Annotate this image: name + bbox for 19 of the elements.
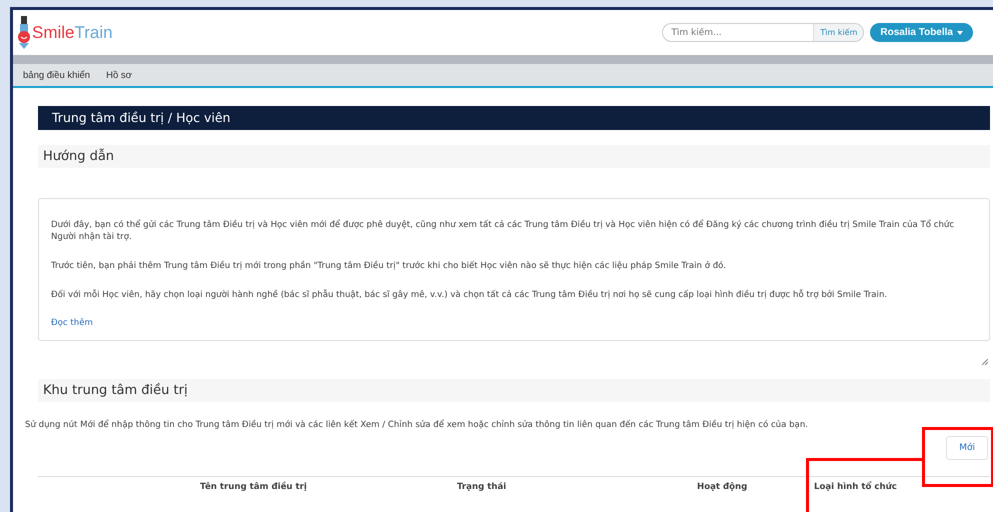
read-more-link[interactable]: Đọc thêm	[51, 318, 977, 328]
instruction-paragraph: Trước tiên, bạn phải thêm Trung tâm Điều trị mới trong phần "Trung tâm Điều trị" trước khi cho biết Học viên nào sẽ thực hiện các liệu pháp Smile Train ở đó.	[51, 260, 728, 272]
logo-icon	[17, 16, 31, 50]
caret-icon	[957, 30, 963, 34]
nav-link[interactable]: Hồ sơ	[106, 70, 132, 80]
section-heading: Khu trung tâm điều trị	[38, 379, 990, 402]
new-button[interactable]: Mới	[946, 436, 988, 460]
column-header[interactable]: Tên trung tâm điều trị	[200, 482, 307, 492]
resize-handle-icon[interactable]	[982, 359, 988, 365]
section-description: Sử dụng nút Mới để nhập thông tin cho Trung tâm Điều trị mới và các liên kết Xem / Chỉnh sửa để xem hoặc chỉnh sửa thông tin liên quan đến các Trung tâm Điều trị hiện có của bạn.	[25, 420, 810, 430]
section-heading: Hướng dẫn	[38, 145, 990, 168]
column-header[interactable]: Loại hình tổ chức	[814, 482, 897, 492]
instruction-paragraph: Đối với mỗi Học viên, hãy chọn loại người hành nghề (bác sĩ phẫu thuật, bác sĩ gây mê, v.v.) và chọn tất cả các Trung tâm Điều trị nơi họ sẽ cung cấp loại hình điều trị được hỗ trợ bởi Smile Train.	[51, 289, 888, 301]
nav-link[interactable]: bảng điều khiển	[23, 70, 90, 80]
page-title: Trung tâm điều trị / Học viên	[38, 106, 990, 130]
column-header[interactable]: Hoạt động	[697, 482, 748, 492]
column-header[interactable]: Trạng thái	[457, 482, 506, 492]
instruction-paragraph: Dưới đây, bạn có thể gửi các Trung tâm Điều trị và Học viên mới để được phê duyệt, cũng như xem tất cả các Trung tâm Điều trị và Học viên hiện có để Đăng ký các chương trình điều trị Smile Train của Tổ chức Người nhận tài trợ.	[51, 219, 956, 243]
brand-logo: SmileTrain	[32, 22, 113, 42]
